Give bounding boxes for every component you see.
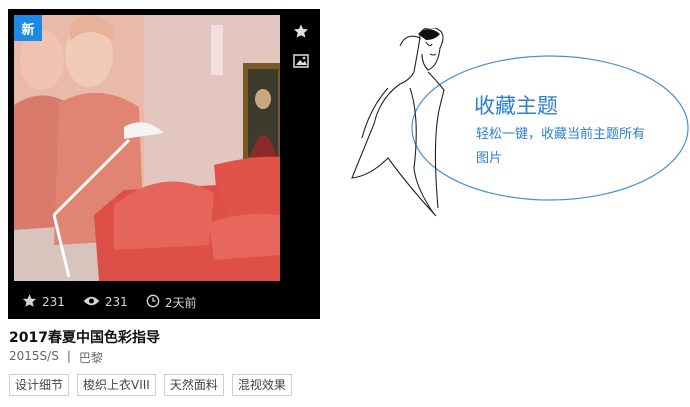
- theme-title[interactable]: 2017春夏中国色彩指导: [9, 327, 160, 347]
- meta-separator: |: [66, 349, 71, 363]
- posted-time: 2天前: [164, 295, 197, 310]
- star-icon[interactable]: [291, 21, 311, 41]
- clock-icon: [146, 294, 160, 311]
- cover-illustration: [14, 15, 280, 281]
- time-stat: 2天前: [146, 294, 197, 311]
- promo-description: 轻松一键，收藏当前主题所有图片: [476, 127, 646, 166]
- tag-item[interactable]: 混视效果: [231, 374, 292, 396]
- new-badge: 新: [14, 15, 42, 41]
- tag-item[interactable]: 天然面料: [163, 374, 224, 396]
- star-icon: [22, 293, 37, 311]
- favorites-stat: 231: [22, 293, 65, 311]
- image-icon[interactable]: [291, 51, 311, 71]
- views-count: 231: [104, 295, 128, 309]
- tag-item[interactable]: 梭织上衣VIII: [77, 374, 156, 396]
- eye-icon: [83, 295, 100, 310]
- tag-item[interactable]: 设计细节: [9, 374, 70, 396]
- theme-card[interactable]: 新 231 231 2天前: [8, 9, 320, 319]
- card-side-actions: [291, 21, 313, 81]
- location-label: 巴黎: [78, 351, 103, 365]
- tag-list: 设计细节 梭织上衣VIII 天然面料 混视效果: [9, 374, 292, 396]
- theme-meta: 2015S/S | 巴黎: [9, 349, 103, 366]
- promo-title: 收藏主题: [474, 94, 558, 118]
- season-label: 2015S/S: [9, 349, 59, 363]
- favorites-count: 231: [42, 295, 65, 309]
- theme-cover-image[interactable]: 新: [14, 15, 280, 281]
- views-stat: 231: [83, 295, 128, 310]
- card-stats: 231 231 2天前: [22, 292, 196, 312]
